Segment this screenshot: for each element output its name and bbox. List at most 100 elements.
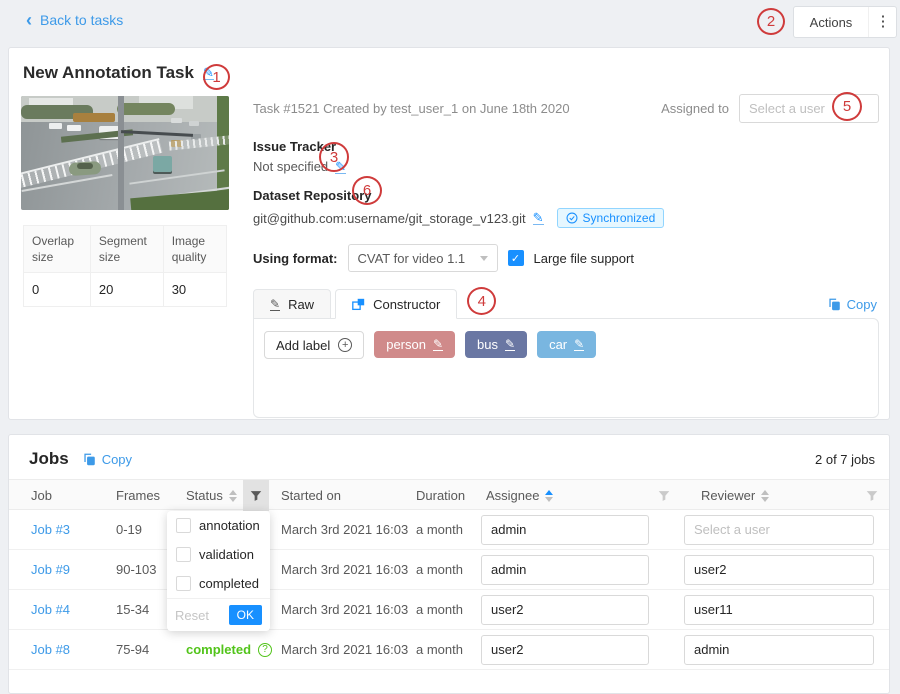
annotation-circle-2: 2 xyxy=(757,8,785,35)
tab-raw[interactable]: ✎ Raw xyxy=(253,289,331,319)
assignee-sorter-icon[interactable] xyxy=(545,490,553,502)
jobs-copy-button[interactable]: Copy xyxy=(83,452,132,467)
job-started: March 3rd 2021 16:03 xyxy=(281,642,416,657)
param-header-overlap: Overlap size xyxy=(24,226,91,273)
job-duration: a month xyxy=(416,602,486,617)
reviewer-input[interactable] xyxy=(684,555,874,585)
reviewer-input[interactable] xyxy=(684,595,874,625)
edit-label-icon[interactable]: ✎ xyxy=(433,338,443,351)
annotation-circle-5: 5 xyxy=(832,92,862,121)
labels-copy-button[interactable]: Copy xyxy=(828,297,877,312)
jobs-title: Jobs xyxy=(29,449,69,469)
assignee-input[interactable] xyxy=(481,595,649,625)
col-header-duration: Duration xyxy=(416,480,486,511)
job-row-3: Job #4 15-34 March 3rd 2021 16:03 a mont… xyxy=(9,590,889,630)
back-to-tasks-link[interactable]: ‹ Back to tasks xyxy=(26,12,123,28)
job-status: completed ? xyxy=(186,642,281,657)
edit-label-icon[interactable]: ✎ xyxy=(505,338,515,351)
label-chip-car[interactable]: car ✎ xyxy=(537,331,596,358)
issue-tracker-value: Not specified xyxy=(253,159,328,174)
reviewer-input[interactable] xyxy=(684,635,874,665)
job-duration: a month xyxy=(416,522,486,537)
labels-copy-label: Copy xyxy=(847,297,877,312)
jobs-table-header: Job Frames Status Started on Duration As… xyxy=(9,479,889,510)
tab-constructor-label: Constructor xyxy=(373,297,440,312)
pencil-icon: ✎ xyxy=(270,298,280,311)
filter-reset-button[interactable]: Reset xyxy=(175,608,209,623)
label-chip-car-name: car xyxy=(549,337,567,352)
label-chip-bus[interactable]: bus ✎ xyxy=(465,331,527,358)
col-header-job: Job xyxy=(31,480,116,511)
job-frames: 75-94 xyxy=(116,642,186,657)
job-link[interactable]: Job #3 xyxy=(31,522,70,537)
format-select[interactable]: CVAT for video 1.1 xyxy=(348,244,498,272)
add-label-button[interactable]: Add label + xyxy=(264,331,364,359)
actions-label: Actions xyxy=(794,15,868,30)
col-header-started: Started on xyxy=(281,480,416,511)
assignee-input[interactable] xyxy=(481,555,649,585)
plus-circle-icon: + xyxy=(338,338,352,352)
param-value-segment: 20 xyxy=(90,273,163,307)
param-value-quality: 30 xyxy=(163,273,226,307)
back-chevron-icon: ‹ xyxy=(26,13,32,27)
assignee-input[interactable] xyxy=(481,515,649,545)
job-row-1: Job #3 0-19 March 3rd 2021 16:03 a month xyxy=(9,510,889,550)
reviewer-input[interactable] xyxy=(684,515,874,545)
large-file-label: Large file support xyxy=(534,251,634,266)
job-duration: a month xyxy=(416,562,486,577)
col-header-reviewer[interactable]: Reviewer xyxy=(701,480,889,511)
job-row-4: Job #8 75-94 completed ? March 3rd 2021 … xyxy=(9,630,889,670)
col-header-frames: Frames xyxy=(116,480,186,511)
filter-option-validation[interactable]: validation xyxy=(167,540,270,569)
label-chip-person-name: person xyxy=(386,337,426,352)
labels-tabs: ✎ Raw Constructor 4 Copy xyxy=(253,288,879,318)
checkbox-completed[interactable] xyxy=(176,576,191,591)
question-circle-icon[interactable]: ? xyxy=(258,643,272,657)
jobs-card: Jobs Copy 2 of 7 jobs Job Frames Status … xyxy=(8,434,890,694)
jobs-copy-label: Copy xyxy=(102,452,132,467)
large-file-checkbox[interactable]: ✓ xyxy=(508,250,524,266)
filter-option-annotation[interactable]: annotation xyxy=(167,511,270,540)
task-title: New Annotation Task xyxy=(23,63,194,83)
tab-constructor[interactable]: Constructor xyxy=(335,289,457,319)
job-row-2: Job #9 90-103 March 3rd 2021 16:03 a mon… xyxy=(9,550,889,590)
task-preview-image xyxy=(21,96,229,210)
sync-status-label: Synchronized xyxy=(583,211,656,225)
add-label-text: Add label xyxy=(276,338,330,353)
param-value-overlap: 0 xyxy=(24,273,91,307)
param-header-segment: Segment size xyxy=(90,226,163,273)
annotation-circle-3: 3 xyxy=(319,142,349,172)
tab-raw-label: Raw xyxy=(288,297,314,312)
assignee-filter-icon[interactable] xyxy=(651,480,677,511)
task-title-row: New Annotation Task ✎ xyxy=(23,63,214,83)
reviewer-filter-icon[interactable] xyxy=(859,480,885,511)
status-sorter-icon[interactable] xyxy=(229,490,237,502)
sync-status-badge[interactable]: Synchronized xyxy=(557,208,665,228)
task-params-table: Overlap size Segment size Image quality … xyxy=(23,225,227,307)
filter-option-completed[interactable]: completed xyxy=(167,569,270,598)
task-meta-text: Task #1521 Created by test_user_1 on Jun… xyxy=(253,101,570,116)
checkbox-validation[interactable] xyxy=(176,547,191,562)
actions-button[interactable]: Actions ⋮ xyxy=(793,6,897,38)
job-started: March 3rd 2021 16:03 xyxy=(281,562,416,577)
job-link[interactable]: Job #8 xyxy=(31,642,70,657)
reviewer-sorter-icon[interactable] xyxy=(761,490,769,502)
edit-label-icon[interactable]: ✎ xyxy=(574,338,584,351)
job-link[interactable]: Job #9 xyxy=(31,562,70,577)
format-select-value: CVAT for video 1.1 xyxy=(358,251,466,266)
label-chip-person[interactable]: person ✎ xyxy=(374,331,455,358)
using-format-label: Using format: xyxy=(253,251,338,266)
col-header-assignee[interactable]: Assignee xyxy=(486,480,701,511)
assignee-input[interactable] xyxy=(481,635,649,665)
col-header-status[interactable]: Status xyxy=(186,480,281,511)
assigned-to-label: Assigned to xyxy=(661,101,729,116)
more-vertical-icon[interactable]: ⋮ xyxy=(868,7,896,37)
edit-repository-icon[interactable]: ✎ xyxy=(533,211,544,225)
job-started: March 3rd 2021 16:03 xyxy=(281,602,416,617)
checkbox-annotation[interactable] xyxy=(176,518,191,533)
job-link[interactable]: Job #4 xyxy=(31,602,70,617)
copy-icon xyxy=(83,453,96,466)
status-filter-icon[interactable] xyxy=(243,480,269,511)
label-chip-bus-name: bus xyxy=(477,337,498,352)
filter-ok-button[interactable]: OK xyxy=(229,605,262,625)
